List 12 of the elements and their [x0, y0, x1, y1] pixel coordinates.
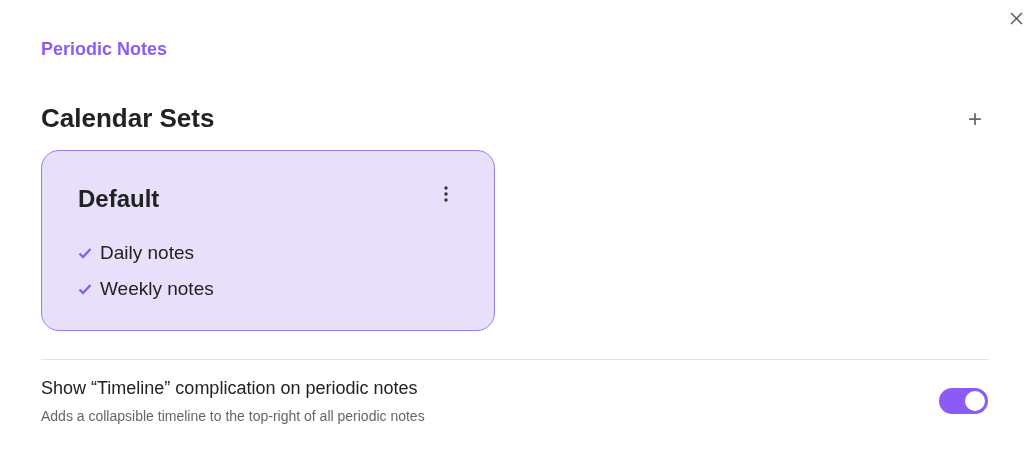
- toggle-switch[interactable]: [939, 388, 988, 414]
- close-icon: [1009, 11, 1023, 25]
- section-heading: Calendar Sets: [41, 102, 215, 135]
- plugin-title: Periodic Notes: [41, 38, 169, 61]
- note-type-label: Weekly notes: [100, 276, 214, 301]
- calendar-set-card[interactable]: Default Daily notes Weekly notes: [41, 150, 495, 331]
- setting-name: Show “Timeline” complication on periodic notes: [41, 377, 419, 400]
- note-type-label: Daily notes: [100, 241, 194, 265]
- add-button[interactable]: +: [963, 106, 987, 131]
- card-title: Default: [78, 184, 160, 214]
- more-vertical-icon: [444, 186, 448, 202]
- setting-description: Adds a collapsible timeline to the top-right of all periodic notes: [41, 407, 425, 426]
